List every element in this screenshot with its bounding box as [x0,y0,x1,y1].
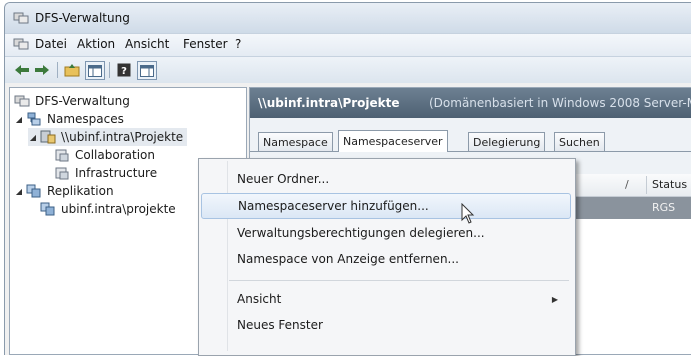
console-menu-icon[interactable] [13,37,29,51]
tab-namespace[interactable]: Namespace [258,132,333,151]
namespace-path: \\ubinf.intra\Projekte [258,96,400,110]
tree-node-label: Collaboration [75,148,155,162]
tab-baseline [250,151,691,152]
expand-triangle-icon[interactable]: ◢ [28,133,38,142]
menu-item-verwaltungsberechtigungen[interactable]: Verwaltungsberechtigungen delegieren... [200,221,572,245]
folder-target-icon [55,149,69,162]
tree-node-label: \\ubinf.intra\Projekte [61,130,184,144]
menu-item-label: Neues Fenster [237,318,323,332]
details-header: \\ubinf.intra\Projekte (Domänenbasiert i… [250,88,691,118]
menu-item-label: Neuer Ordner... [237,172,330,186]
folder-target-icon [55,167,69,180]
menu-item-label: Namespace von Anzeige entfernen... [237,252,459,266]
menu-item-neuer-ordner[interactable]: Neuer Ordner... [200,167,572,191]
tree-node-label: Infrastructure [75,166,158,180]
menu-item-neues-fenster[interactable]: Neues Fenster [200,313,572,337]
menu-datei[interactable]: Datei [35,37,67,51]
namespaces-icon [27,112,41,126]
menu-item-label: Namespaceserver hinzufügen... [238,199,429,213]
menu-item-label: Ansicht [237,292,282,306]
expand-triangle-icon[interactable]: ◢ [14,115,24,124]
menu-fenster[interactable]: Fenster [183,37,228,51]
tree-node-dfs-verwaltung[interactable]: DFS-Verwaltung [14,92,130,110]
menu-item-namespaceserver-hinzufuegen[interactable]: Namespaceserver hinzufügen... [201,193,571,219]
tree-node-label: DFS-Verwaltung [35,94,130,108]
menu-item-ansicht[interactable]: Ansicht ▶ [200,287,572,311]
tree-node-label: Replikation [47,184,114,198]
window-title: DFS-Verwaltung [35,11,130,25]
menu-separator [229,280,569,281]
column-sort-marker: / [625,178,629,191]
up-folder-icon[interactable] [63,61,81,78]
row-status-value: RGS [652,201,676,214]
namespace-server-icon [40,130,56,144]
properties-icon[interactable] [137,61,157,80]
tab-namespaceserver[interactable]: Namespaceserver [338,130,448,152]
submenu-arrow-icon: ▶ [551,294,558,304]
dfs-console-icon [13,12,29,24]
help-icon[interactable]: ? [115,61,133,78]
tree-node-label: ubinf.intra\projekte [61,202,176,216]
tab-suchen[interactable]: Suchen [554,132,605,151]
menu-aktion[interactable]: Aktion [77,37,115,51]
namespace-type: (Domänenbasiert in Windows 2008 Server-M… [429,96,691,110]
column-separator[interactable] [646,176,647,194]
tree-node-label: Namespaces [47,112,124,126]
expand-triangle-icon[interactable]: ◢ [14,187,24,196]
menu-item-label: Verwaltungsberechtigungen delegieren... [237,226,485,240]
replication-group-icon [40,202,55,216]
tree-node-namespaces[interactable]: ◢ Namespaces [14,110,124,128]
svg-text:?: ? [121,66,127,77]
menu-bar: Datei Aktion Ansicht Fenster ? [5,33,691,56]
tree-node-namespace-projekte[interactable]: ◢ \\ubinf.intra\Projekte [28,128,188,146]
tree-node-replication-group[interactable]: ubinf.intra\projekte [40,200,176,218]
menu-item-namespace-entfernen[interactable]: Namespace von Anzeige entfernen... [200,247,572,271]
toolbar-separator [57,62,58,78]
show-hide-tree-icon[interactable] [85,61,105,80]
toolbar-separator [109,62,110,78]
mouse-cursor-icon [461,203,475,224]
back-arrow-icon[interactable] [13,61,31,78]
tree-node-collaboration[interactable]: Collaboration [54,146,155,164]
tree-node-infrastructure[interactable]: Infrastructure [54,164,157,182]
context-menu: Neuer Ordner... Namespaceserver hinzufüg… [198,158,576,356]
column-status[interactable]: Status [652,178,687,191]
dfs-console-icon [14,95,30,107]
menu-help[interactable]: ? [235,37,241,51]
toolbar: ? [5,56,691,84]
title-bar[interactable]: DFS-Verwaltung [5,3,691,33]
tab-delegierung[interactable]: Delegierung [468,132,546,151]
menu-ansicht[interactable]: Ansicht [125,37,169,51]
replication-icon [26,184,41,198]
tree-node-replikation[interactable]: ◢ Replikation [14,182,114,200]
forward-arrow-icon[interactable] [33,61,51,78]
